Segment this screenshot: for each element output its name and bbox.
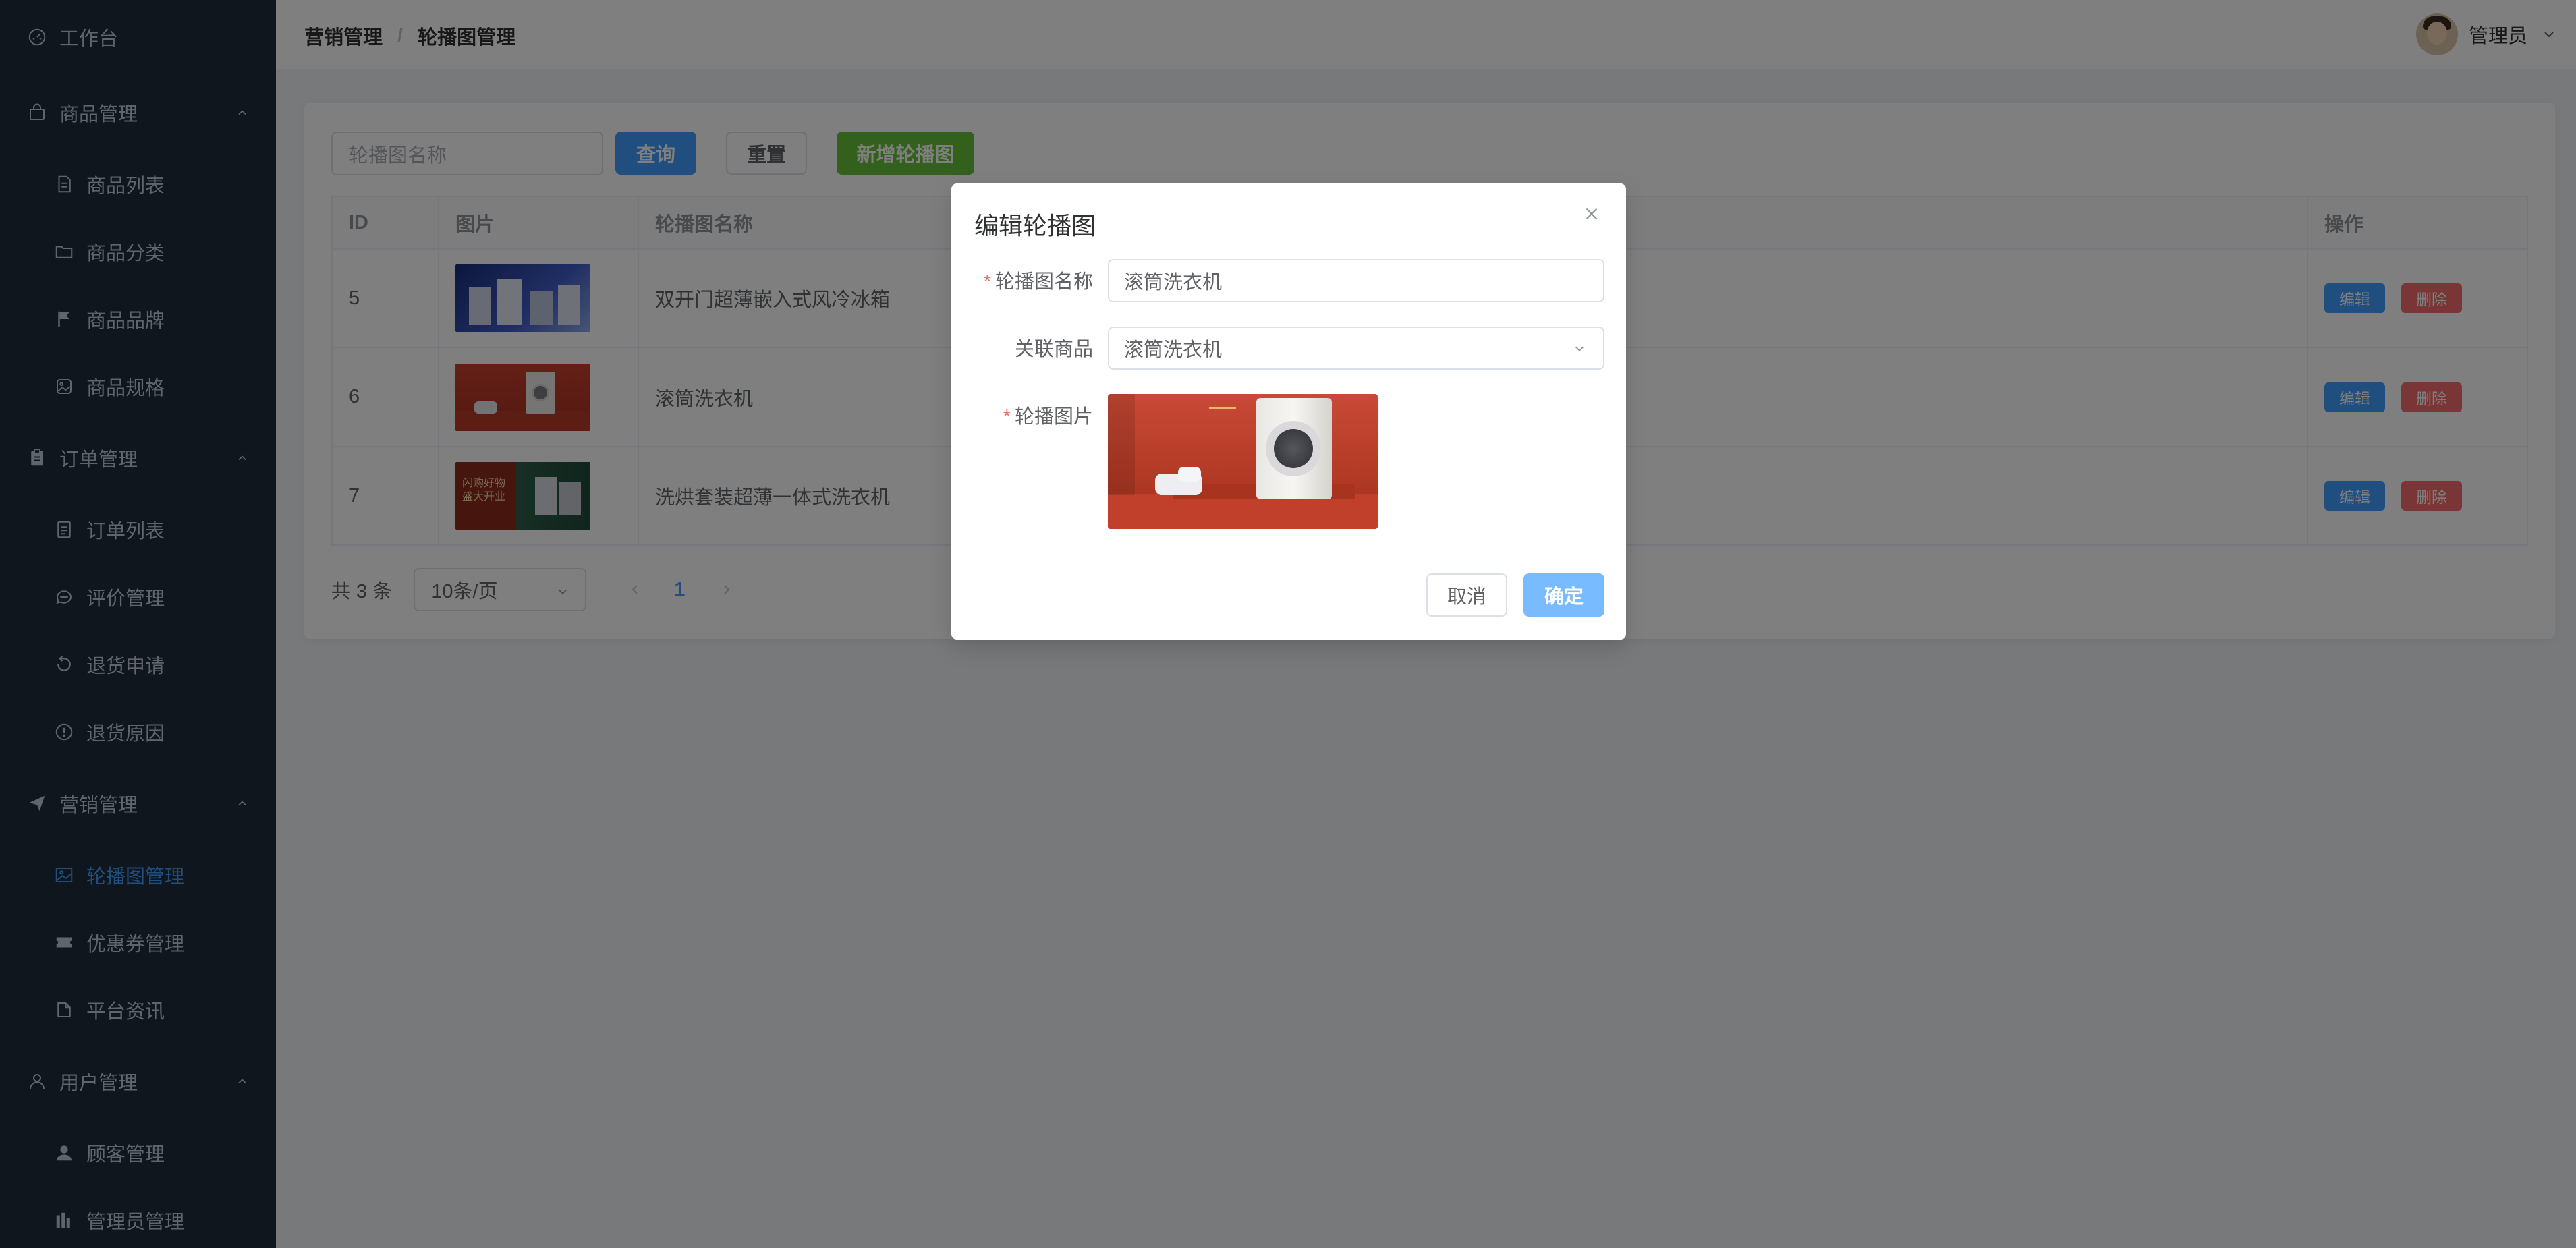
confirm-button[interactable]: 确定 [1523,573,1604,617]
related-product-label: 关联商品 [1014,339,1093,360]
dialog-title: 编辑轮播图 [974,212,1096,239]
required-mark: * [1003,406,1011,428]
edit-banner-dialog: 编辑轮播图 * 轮播图名称 滚筒洗衣机 关联商品 滚筒洗衣机 * 轮播图片 取消 确… [951,183,1626,640]
cancel-button[interactable]: 取消 [1426,573,1507,617]
related-product-select[interactable]: 滚筒洗衣机 [1108,327,1604,370]
banner-name-input[interactable]: 滚筒洗衣机 [1108,259,1604,302]
banner-image-label: * 轮播图片 [1003,406,1093,428]
banner-name-label: * 轮播图名称 [983,271,1093,293]
related-product-value: 滚筒洗衣机 [1124,339,1223,361]
close-icon[interactable] [1581,204,1602,224]
chevron-down-icon [1575,346,1584,352]
required-mark: * [983,271,991,293]
banner-image-upload[interactable] [1108,394,1378,529]
